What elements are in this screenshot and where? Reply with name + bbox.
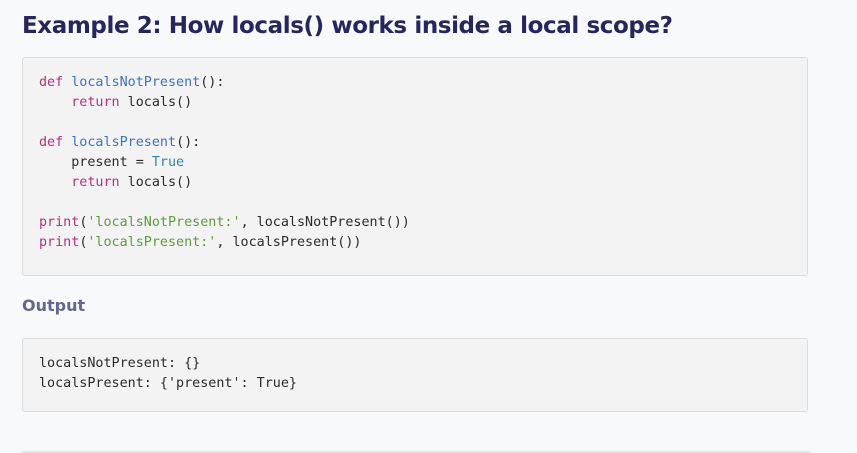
source-code-block: def localsNotPresent(): return locals() … [22, 57, 808, 276]
code-token: print [39, 215, 80, 230]
code-token: def [39, 135, 72, 150]
code-line: print('localsPresent:', localsPresent()) [39, 235, 362, 250]
page-title: Example 2: How locals() works inside a l… [22, 13, 673, 39]
output-code-block: localsNotPresent: {} localsPresent: {'pr… [22, 338, 808, 412]
code-token: True [151, 155, 185, 170]
code-token: locals() [119, 175, 193, 190]
code-token: localsPresent [71, 135, 177, 150]
code-token: , localsPresent()) [216, 235, 362, 250]
code-token: return [71, 95, 120, 110]
output-line: localsPresent: {'present': True} [39, 376, 297, 391]
output-heading: Output [22, 296, 86, 315]
code-line: def localsNotPresent(): [39, 75, 224, 90]
code-token: 'localsNotPresent:' [87, 215, 241, 230]
output-line: localsNotPresent: {} [39, 356, 201, 371]
code-token: def [39, 75, 72, 90]
code-token: return [71, 175, 120, 190]
output-content: localsNotPresent: {} localsPresent: {'pr… [39, 356, 297, 391]
code-token: (): [200, 75, 225, 90]
code-token: locals() [119, 95, 193, 110]
code-line: return locals() [39, 175, 192, 190]
code-line: def localsPresent(): [39, 135, 200, 150]
code-line: return locals() [39, 95, 192, 110]
code-token: present = [39, 155, 152, 170]
code-token: , localsNotPresent()) [240, 215, 410, 230]
source-code-content: def localsNotPresent(): return locals() … [39, 75, 410, 250]
code-token: print [39, 235, 80, 250]
code-token: localsNotPresent [71, 75, 201, 90]
code-line: present = True [39, 155, 184, 170]
code-token: (): [176, 135, 201, 150]
source-code: def localsNotPresent(): return locals() … [23, 58, 807, 253]
code-token: 'localsPresent:' [87, 235, 217, 250]
code-line: print('localsNotPresent:', localsNotPres… [39, 215, 410, 230]
output-code: localsNotPresent: {} localsPresent: {'pr… [23, 339, 807, 394]
